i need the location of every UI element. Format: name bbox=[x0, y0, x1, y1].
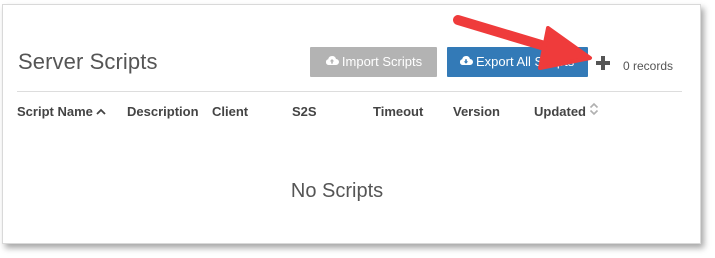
cloud-download-icon bbox=[459, 47, 473, 77]
column-header-script-name[interactable]: Script Name bbox=[17, 104, 106, 119]
column-header-timeout[interactable]: Timeout bbox=[373, 104, 423, 119]
empty-state-message: No Scripts bbox=[290, 180, 384, 202]
server-scripts-panel: Server Scripts Import Scripts Export All… bbox=[2, 4, 701, 244]
export-all-scripts-button[interactable]: Export All Scripts bbox=[447, 47, 588, 77]
column-header-version[interactable]: Version bbox=[453, 104, 500, 119]
column-label-script-name: Script Name bbox=[17, 104, 93, 119]
screenshot-stage: Server Scripts Import Scripts Export All… bbox=[0, 0, 715, 258]
column-header-s2s[interactable]: S2S bbox=[292, 104, 317, 119]
records-count: 0 records bbox=[623, 59, 674, 73]
header-divider bbox=[17, 91, 682, 92]
page-title: Server Scripts bbox=[18, 49, 158, 74]
plus-icon[interactable] bbox=[594, 54, 612, 72]
column-header-client[interactable]: Client bbox=[212, 104, 248, 119]
import-scripts-label: Import Scripts bbox=[341, 54, 423, 69]
chevron-up-icon bbox=[96, 103, 106, 118]
column-header-description[interactable]: Description bbox=[127, 104, 199, 119]
column-label-updated: Updated bbox=[534, 104, 586, 119]
export-all-scripts-label: Export All Scripts bbox=[476, 54, 575, 69]
sort-icon bbox=[589, 102, 599, 119]
column-header-updated[interactable]: Updated bbox=[534, 102, 599, 119]
import-scripts-button[interactable]: Import Scripts bbox=[310, 47, 437, 77]
cloud-upload-icon bbox=[325, 47, 339, 77]
